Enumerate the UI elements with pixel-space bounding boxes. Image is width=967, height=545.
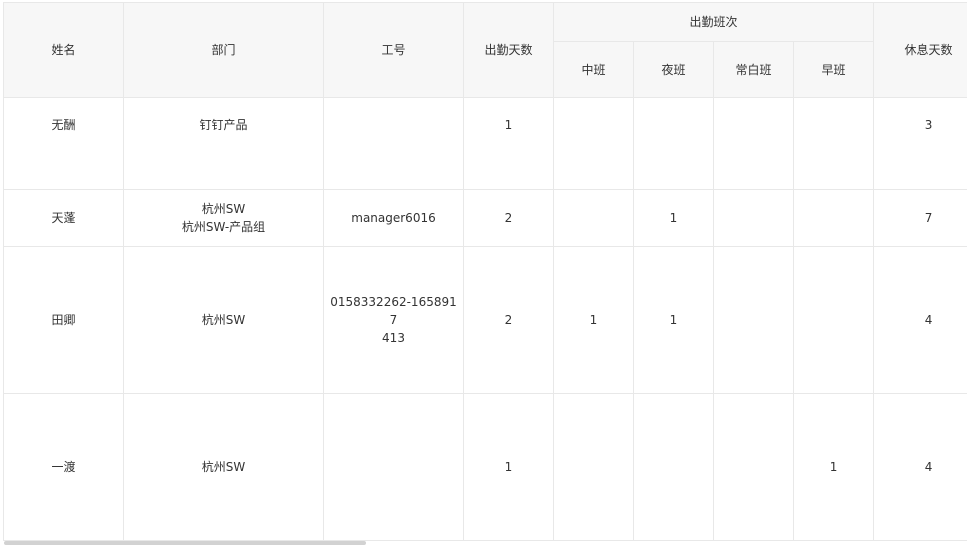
cell-shift-middle bbox=[553, 97, 634, 190]
cell-shift-middle bbox=[553, 393, 634, 541]
horizontal-scrollbar[interactable] bbox=[4, 541, 366, 545]
cell-dept: 杭州SW bbox=[123, 393, 324, 541]
cell-dept: 杭州SW bbox=[123, 246, 324, 394]
cell-name: 天蓬 bbox=[3, 189, 124, 247]
cell-shift-morning bbox=[792, 189, 875, 247]
table-row: 无酬 钉钉产品 1 3 bbox=[3, 97, 967, 190]
cell-employee-id-line: manager6016 bbox=[351, 211, 436, 225]
cell-attendance-days: 2 bbox=[463, 189, 554, 247]
cell-rest-days: 4 bbox=[873, 393, 967, 541]
table-row: 一渡 杭州SW 1 1 4 bbox=[3, 393, 967, 541]
table-header: 姓名 部门 工号 出勤天数 出勤班次 休息天数 中班 夜班 常白班 早班 bbox=[3, 2, 967, 98]
header-shift-night: 夜班 bbox=[633, 41, 714, 98]
cell-employee-id-line: 413 bbox=[382, 331, 405, 345]
cell-dept-line: 杭州SW bbox=[201, 460, 246, 474]
cell-shift-morning: 1 bbox=[792, 393, 875, 541]
header-shift-group: 出勤班次 bbox=[552, 2, 875, 42]
cell-dept: 钉钉产品 bbox=[123, 97, 324, 190]
cell-employee-id: manager6016 bbox=[323, 189, 464, 247]
cell-shift-night: 1 bbox=[633, 189, 714, 247]
cell-rest-days: 7 bbox=[873, 189, 967, 247]
cell-shift-night bbox=[633, 393, 714, 541]
cell-name: 一渡 bbox=[3, 393, 124, 541]
attendance-table: 姓名 部门 工号 出勤天数 出勤班次 休息天数 中班 夜班 常白班 早班 无酬 … bbox=[3, 2, 967, 541]
cell-rest-days: 4 bbox=[873, 246, 967, 394]
header-shift-middle: 中班 bbox=[553, 41, 634, 98]
cell-dept-line: 钉钉产品 bbox=[199, 118, 248, 132]
cell-employee-id bbox=[323, 97, 464, 190]
cell-shift-night: 1 bbox=[633, 246, 714, 394]
cell-dept-line: 杭州SW bbox=[201, 313, 246, 327]
cell-shift-morning bbox=[792, 246, 875, 394]
header-shift-morning: 早班 bbox=[792, 41, 875, 98]
cell-dept: 杭州SW 杭州SW-产品组 bbox=[123, 189, 324, 247]
cell-shift-morning bbox=[792, 97, 875, 190]
cell-attendance-days: 2 bbox=[463, 246, 554, 394]
header-employee-id: 工号 bbox=[323, 2, 464, 98]
cell-name: 无酬 bbox=[3, 97, 124, 190]
cell-shift-middle: 1 bbox=[553, 246, 634, 394]
cell-dept-line: 杭州SW bbox=[201, 202, 246, 216]
cell-shift-middle bbox=[553, 189, 634, 247]
cell-employee-id: 0158332262-1658917 413 bbox=[323, 246, 464, 394]
header-dept: 部门 bbox=[123, 2, 324, 98]
cell-dept-line: 杭州SW-产品组 bbox=[181, 220, 266, 234]
header-name: 姓名 bbox=[3, 2, 124, 98]
cell-shift-day bbox=[713, 189, 794, 247]
cell-attendance-days: 1 bbox=[463, 393, 554, 541]
cell-rest-days: 3 bbox=[873, 97, 967, 190]
cell-attendance-days: 1 bbox=[463, 97, 554, 190]
table-row: 田卿 杭州SW 0158332262-1658917 413 2 1 1 4 bbox=[3, 246, 967, 394]
attendance-table-container: 姓名 部门 工号 出勤天数 出勤班次 休息天数 中班 夜班 常白班 早班 无酬 … bbox=[0, 0, 967, 545]
cell-shift-day bbox=[713, 393, 794, 541]
cell-employee-id-line: 0158332262-1658917 bbox=[330, 295, 457, 327]
header-shift-day: 常白班 bbox=[713, 41, 794, 98]
cell-employee-id bbox=[323, 393, 464, 541]
cell-name: 田卿 bbox=[3, 246, 124, 394]
cell-shift-night bbox=[633, 97, 714, 190]
cell-shift-day bbox=[713, 246, 794, 394]
cell-shift-day bbox=[713, 97, 794, 190]
table-row: 天蓬 杭州SW 杭州SW-产品组 manager6016 2 1 7 bbox=[3, 189, 967, 247]
header-rest-days: 休息天数 bbox=[873, 2, 967, 98]
header-attendance-days: 出勤天数 bbox=[463, 2, 554, 98]
